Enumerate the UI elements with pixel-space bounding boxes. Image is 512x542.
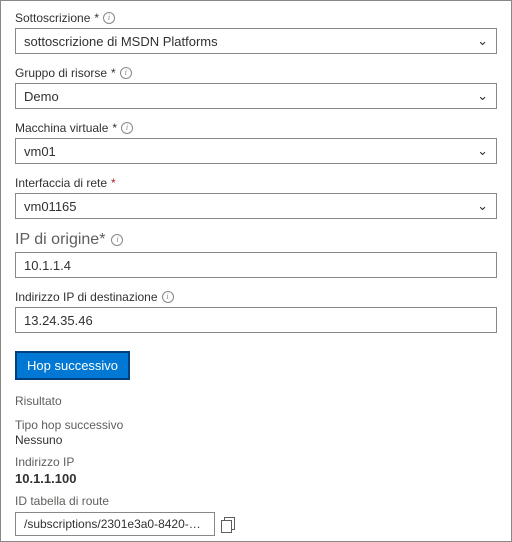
label-nic: Interfaccia di rete * [15,176,497,190]
label-resource-group: Gruppo di risorse * i [15,66,497,80]
select-value: Demo [24,89,59,104]
select-value: sottoscrizione di MSDN Platforms [24,34,218,49]
resource-group-select[interactable]: Demo ⌄ [15,83,497,109]
chevron-down-icon: ⌄ [477,88,488,104]
label-text: Interfaccia di rete [15,176,107,190]
input-value: 10.1.1.4 [24,258,71,273]
result-heading: Risultato [15,394,497,408]
field-nic: Interfaccia di rete * vm01165 ⌄ [15,176,497,219]
subscription-select[interactable]: sottoscrizione di MSDN Platforms ⌄ [15,28,497,54]
label-dest-ip: Indirizzo IP di destinazione i [15,290,497,304]
label-subscription: Sottoscrizione * i [15,11,497,25]
copy-icon[interactable] [221,517,235,531]
select-value: vm01165 [24,199,77,214]
next-hop-type-label: Tipo hop successivo [15,418,497,432]
info-icon[interactable]: i [103,12,115,24]
source-ip-input[interactable]: 10.1.1.4 [15,252,497,278]
required-mark: * [99,231,105,248]
label-text: Gruppo di risorse [15,66,107,80]
field-dest-ip: Indirizzo IP di destinazione i 13.24.35.… [15,290,497,333]
next-hop-type-value: Nessuno [15,433,497,447]
route-table-row: /subscriptions/2301e3a0-8420-… [15,512,497,536]
input-value: 13.24.35.46 [24,313,93,328]
info-icon[interactable]: i [162,291,174,303]
route-table-label: ID tabella di route [15,494,497,508]
next-hop-panel: Sottoscrizione * i sottoscrizione di MSD… [0,0,512,542]
result-section: Risultato Tipo hop successivo Nessuno In… [15,394,497,536]
required-mark: * [111,66,116,80]
dest-ip-input[interactable]: 13.24.35.46 [15,307,497,333]
nic-select[interactable]: vm01165 ⌄ [15,193,497,219]
info-icon[interactable]: i [111,234,123,246]
required-mark: * [111,176,116,190]
label-text: Macchina virtuale [15,121,108,135]
chevron-down-icon: ⌄ [477,33,488,49]
result-ip-label: Indirizzo IP [15,455,497,469]
next-hop-button[interactable]: Hop successivo [15,351,130,380]
field-source-ip: IP di origine* i 10.1.1.4 [15,231,497,278]
select-value: vm01 [24,144,56,159]
label-text: Sottoscrizione [15,11,90,25]
field-resource-group: Gruppo di risorse * i Demo ⌄ [15,66,497,109]
vm-select[interactable]: vm01 ⌄ [15,138,497,164]
field-vm: Macchina virtuale * i vm01 ⌄ [15,121,497,164]
required-mark: * [94,11,99,25]
chevron-down-icon: ⌄ [477,198,488,214]
result-ip-value: 10.1.1.100 [15,471,497,486]
field-subscription: Sottoscrizione * i sottoscrizione di MSD… [15,11,497,54]
required-mark: * [112,121,117,135]
info-icon[interactable]: i [120,67,132,79]
label-vm: Macchina virtuale * i [15,121,497,135]
label-text: Indirizzo IP di destinazione [15,290,158,304]
label-source-ip: IP di origine* i [15,231,497,249]
info-icon[interactable]: i [121,122,133,134]
label-text: IP di origine [15,231,99,248]
route-table-value[interactable]: /subscriptions/2301e3a0-8420-… [15,512,215,536]
chevron-down-icon: ⌄ [477,143,488,159]
